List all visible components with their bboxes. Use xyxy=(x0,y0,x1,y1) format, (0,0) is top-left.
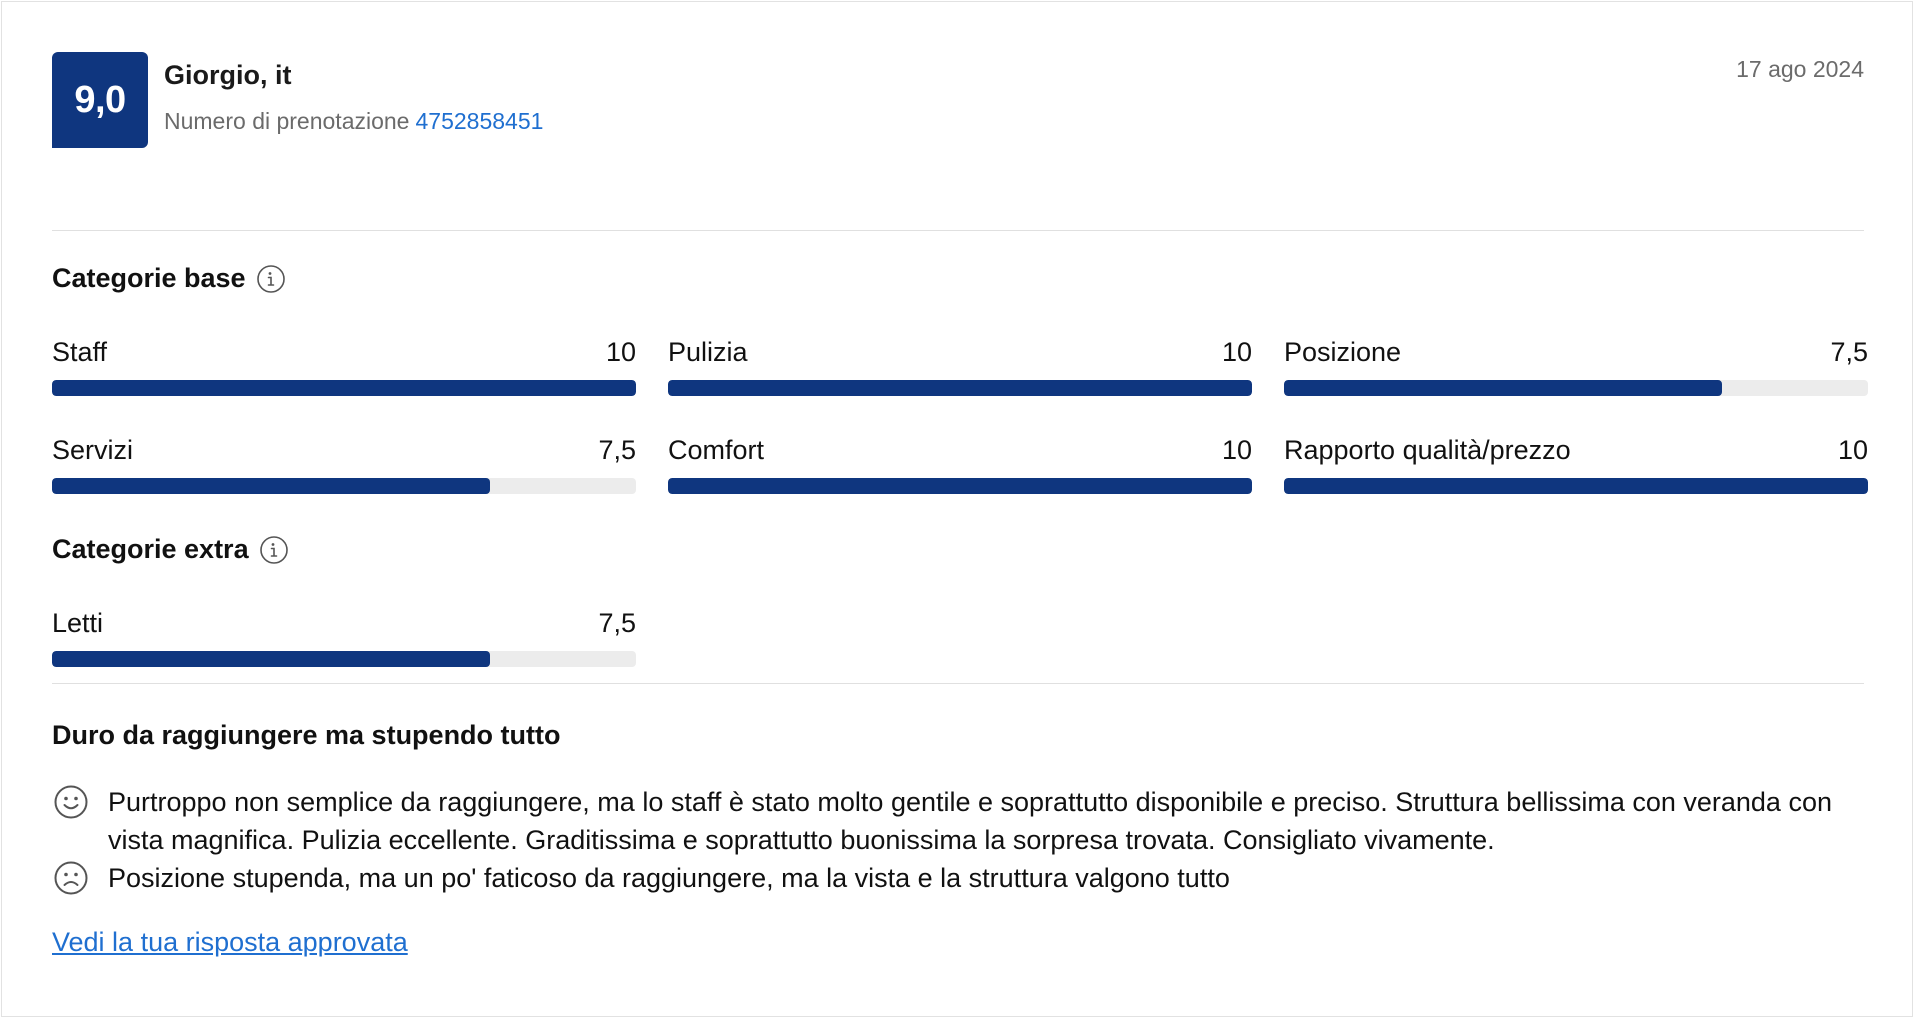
extra-categories-label: Categorie extra xyxy=(52,534,249,564)
category-label: Posizione xyxy=(1284,337,1402,367)
base-categories-grid: Staff 10 Pulizia 10 Posizione 7,5 Servizi 7,5 Co… xyxy=(52,336,1868,494)
header-divider xyxy=(52,230,1864,231)
category-header: Staff 10 xyxy=(52,336,636,368)
info-icon[interactable] xyxy=(259,535,289,565)
base-categories-title: Categorie base xyxy=(52,263,1864,294)
category-score-bar-fill xyxy=(52,380,636,396)
category-label: Pulizia xyxy=(668,337,748,367)
category-item: Comfort 10 xyxy=(668,434,1252,494)
category-item: Servizi 7,5 xyxy=(52,434,636,494)
category-label: Rapporto qualità/prezzo xyxy=(1284,435,1571,465)
category-score: 7,5 xyxy=(1830,337,1868,367)
categories-divider xyxy=(52,683,1864,684)
positive-comment: Purtroppo non semplice da raggiungere, m… xyxy=(52,783,1864,859)
category-score-bar-fill xyxy=(1284,380,1722,396)
booking-info: Numero di prenotazione 4752858451 xyxy=(164,108,543,135)
category-score-bar-fill xyxy=(668,478,1252,494)
category-score: 10 xyxy=(1221,435,1252,465)
category-header: Rapporto qualità/prezzo 10 xyxy=(1284,434,1868,466)
category-item: Staff 10 xyxy=(52,336,636,396)
category-label: Staff xyxy=(52,337,108,367)
category-score: 10 xyxy=(1837,435,1868,465)
category-score: 7,5 xyxy=(598,435,636,465)
category-label: Servizi xyxy=(52,435,134,465)
negative-comment-text: Posizione stupenda, ma un po' faticoso d… xyxy=(108,863,1230,893)
category-label: Comfort xyxy=(668,435,765,465)
view-approved-response-link[interactable]: Vedi la tua risposta approvata xyxy=(52,927,408,957)
category-score-bar-fill xyxy=(52,651,490,667)
review-header: 9,0 Giorgio, it Numero di prenotazione 47… xyxy=(52,52,1864,148)
category-score: 7,5 xyxy=(598,608,636,638)
response-link-row: Vedi la tua risposta approvata xyxy=(52,927,1864,958)
category-header: Pulizia 10 xyxy=(668,336,1252,368)
category-item: Letti 7,5 xyxy=(52,607,636,667)
category-item: Posizione 7,5 xyxy=(1284,336,1868,396)
review-content: 9,0 Giorgio, it Numero di prenotazione 47… xyxy=(52,52,1868,958)
booking-number-link[interactable]: 4752858451 xyxy=(415,108,543,134)
review-card: 9,0 Giorgio, it Numero di prenotazione 47… xyxy=(1,1,1913,1017)
booking-label: Numero di prenotazione xyxy=(164,108,410,134)
category-header: Comfort 10 xyxy=(668,434,1252,466)
extra-categories-title: Categorie extra xyxy=(52,534,1864,565)
frown-icon xyxy=(54,861,88,895)
review-body: Purtroppo non semplice da raggiungere, m… xyxy=(52,783,1864,897)
category-score: 10 xyxy=(605,337,636,367)
category-score-bar xyxy=(52,478,636,494)
positive-comment-text: Purtroppo non semplice da raggiungere, m… xyxy=(108,787,1832,855)
category-label: Letti xyxy=(52,608,104,638)
reviewer-name: Giorgio, it xyxy=(164,60,292,90)
category-score-bar xyxy=(668,478,1252,494)
negative-comment: Posizione stupenda, ma un po' faticoso d… xyxy=(52,859,1864,897)
category-header: Servizi 7,5 xyxy=(52,434,636,466)
review-date: 17 ago 2024 xyxy=(1736,56,1864,82)
extra-categories-grid: Letti 7,5 xyxy=(52,607,1864,667)
category-score-bar xyxy=(52,380,636,396)
smile-icon xyxy=(54,785,88,819)
category-score-bar-fill xyxy=(668,380,1252,396)
category-score-bar xyxy=(1284,478,1868,494)
category-header: Posizione 7,5 xyxy=(1284,336,1868,368)
review-title: Duro da raggiungere ma stupendo tutto xyxy=(52,720,561,750)
category-score-bar-fill xyxy=(52,478,490,494)
category-item: Pulizia 10 xyxy=(668,336,1252,396)
base-categories-label: Categorie base xyxy=(52,263,246,293)
category-score-bar-fill xyxy=(1284,478,1868,494)
category-item: Rapporto qualità/prezzo 10 xyxy=(1284,434,1868,494)
category-score-bar xyxy=(668,380,1252,396)
category-score-bar xyxy=(1284,380,1868,396)
category-score: 10 xyxy=(1221,337,1252,367)
category-header: Letti 7,5 xyxy=(52,607,636,639)
category-score-bar xyxy=(52,651,636,667)
info-icon[interactable] xyxy=(256,264,286,294)
overall-score-badge: 9,0 xyxy=(52,52,148,148)
